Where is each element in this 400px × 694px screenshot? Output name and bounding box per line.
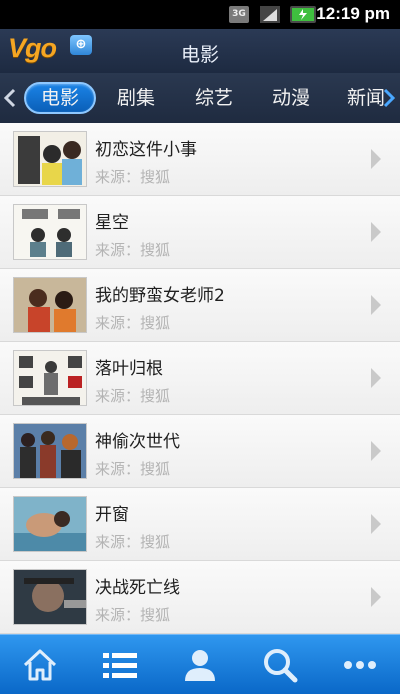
signal-icon [260,6,280,23]
list-item[interactable]: 落叶归根 来源：搜狐 [0,342,400,415]
list-item[interactable]: 开窗 来源：搜狐 [0,488,400,561]
movie-list: 初恋这件小事 来源：搜狐 星空 来源：搜狐 我的野蛮女老师2 来源：搜狐 落叶归… [0,123,400,634]
chevron-right-icon [371,514,381,534]
nav-home[interactable] [0,635,80,694]
list-icon [103,653,137,678]
item-source: 来源：搜狐 [95,387,171,405]
poster-thumbnail [13,131,87,187]
item-title: 决战死亡线 [95,578,180,598]
poster-thumbnail [13,350,87,406]
chevron-right-icon [371,295,381,315]
list-item[interactable]: 神偷次世代 来源：搜狐 [0,415,400,488]
list-item[interactable]: 初恋这件小事 来源：搜狐 [0,123,400,196]
more-icon [344,661,376,669]
tab-variety[interactable]: 综艺 [181,82,247,114]
3g-icon: 3G [229,6,249,23]
nav-more[interactable] [320,635,400,694]
home-icon [23,649,57,681]
scroll-right-icon[interactable] [382,87,396,109]
nav-search[interactable] [240,635,320,694]
item-source: 来源：搜狐 [95,241,171,259]
title-bar: Vgo ⊕ 电影 [0,29,400,73]
chevron-right-icon [371,149,381,169]
status-time: 12:19 pm [316,4,390,23]
chevron-right-icon [371,587,381,607]
poster-thumbnail [13,496,87,552]
bottom-nav [0,634,400,694]
chevron-right-icon [371,222,381,242]
item-title: 神偷次世代 [95,432,180,452]
item-source: 来源：搜狐 [95,606,171,624]
poster-thumbnail [13,569,87,625]
tab-anime[interactable]: 动漫 [258,82,324,114]
item-title: 星空 [95,213,129,233]
poster-thumbnail [13,204,87,260]
item-source: 来源：搜狐 [95,460,171,478]
nav-list[interactable] [80,635,160,694]
poster-thumbnail [13,423,87,479]
scroll-left-icon[interactable] [3,87,17,109]
nav-user[interactable] [160,635,240,694]
item-title: 落叶归根 [95,359,163,379]
list-item[interactable]: 决战死亡线 来源：搜狐 [0,561,400,634]
item-title: 开窗 [95,505,129,525]
list-item[interactable]: 我的野蛮女老师2 来源：搜狐 [0,269,400,342]
item-source: 来源：搜狐 [95,533,171,551]
tab-movies[interactable]: 电影 [24,82,96,114]
chevron-right-icon [371,368,381,388]
list-item[interactable]: 星空 来源：搜狐 [0,196,400,269]
poster-thumbnail [13,277,87,333]
search-icon [264,649,298,683]
status-bar: 3G 12:19 pm [0,0,400,29]
page-title: 电影 [180,44,219,66]
category-tabs: 电影 剧集 综艺 动漫 新闻 [0,73,400,123]
item-title: 我的野蛮女老师2 [95,286,225,306]
chevron-right-icon [371,441,381,461]
item-source: 来源：搜狐 [95,168,171,186]
item-source: 来源：搜狐 [95,314,171,332]
battery-icon [290,6,316,23]
item-title: 初恋这件小事 [95,140,197,160]
user-icon [185,650,215,681]
tab-series[interactable]: 剧集 [103,82,169,114]
